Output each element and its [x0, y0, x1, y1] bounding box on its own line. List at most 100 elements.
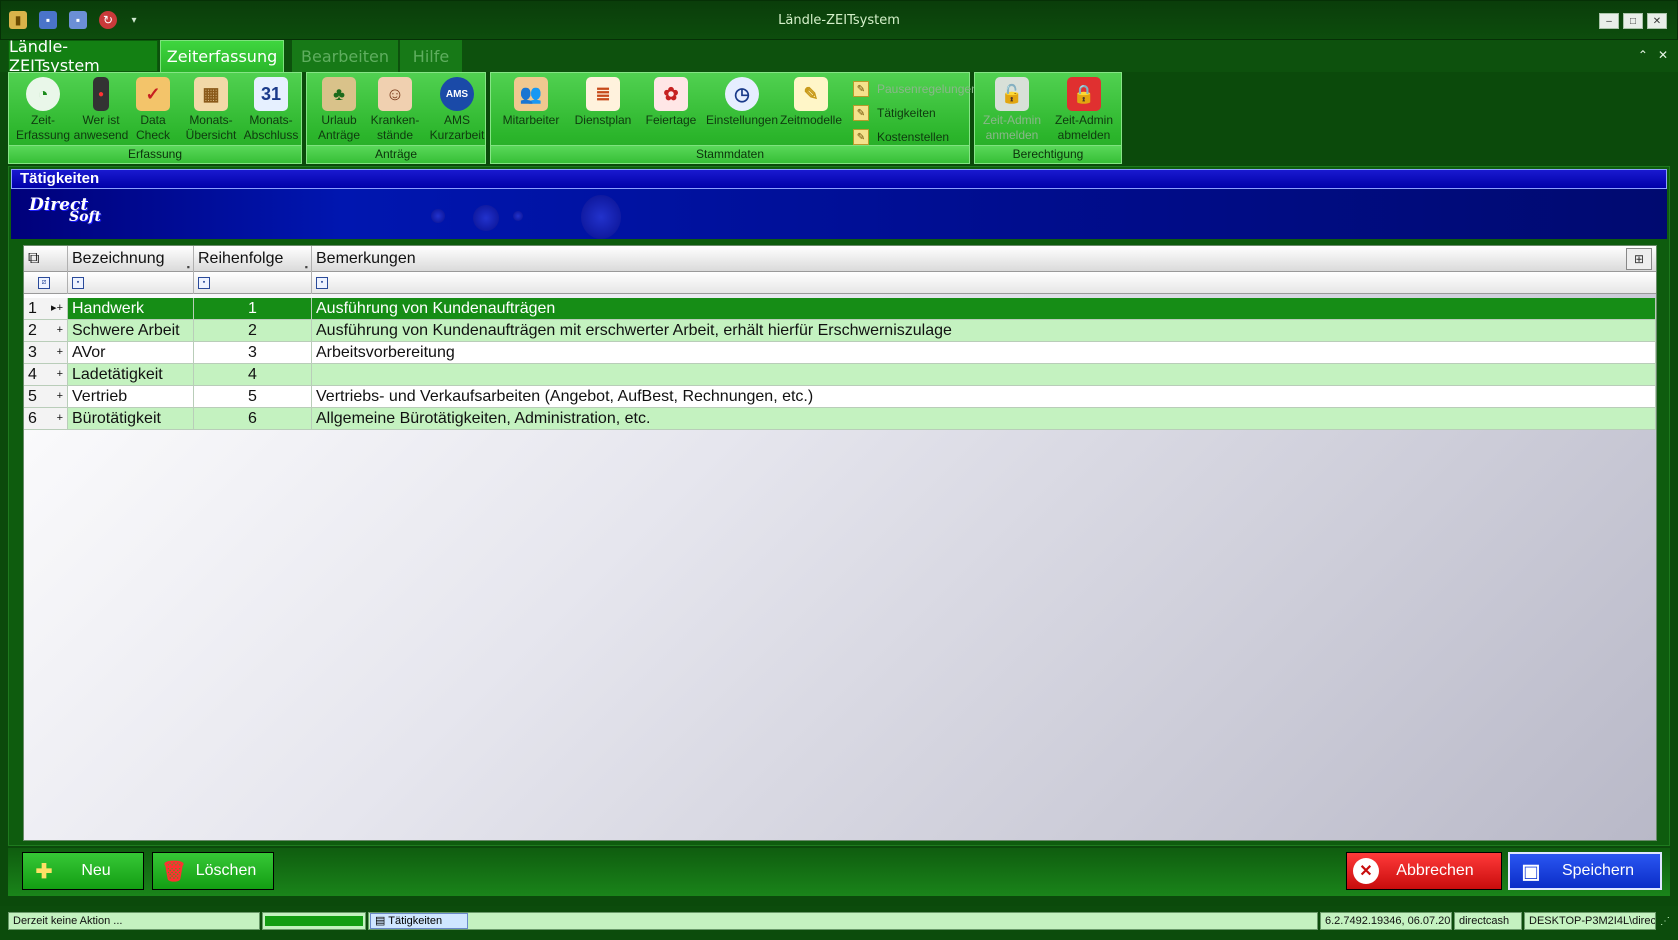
cancel-x-icon: ✕ [1353, 858, 1379, 884]
activities-grid: ⧉ Bezeichnung ▪ Reihenfolge ▪ Bemerkungen … [23, 245, 1657, 841]
urlaub-antraege-button[interactable]: ♣ Urlaub Anträge [307, 77, 371, 145]
title-bar: ▮ ▪ ▪ ↻ ▾ Ländle-ZEITsystem – □ ✕ [0, 0, 1678, 40]
status-machine: DESKTOP-P3M2I4L\direc [1524, 912, 1656, 930]
trash-icon: 🗑 [161, 860, 187, 883]
group-label-erfassung: Erfassung [9, 145, 301, 163]
filter-cell-bezeichnung[interactable]: ▪ [68, 272, 194, 294]
note-icon: ✎ [853, 105, 869, 121]
krankenstaende-button[interactable]: ☺ Kranken- stände [363, 77, 427, 145]
ribbon-group-stammdaten: 👥 Mitarbeiter ≣ Dienstplan ✿ Feiertage ◷… [490, 72, 978, 164]
pausenregelungen-button[interactable]: ✎ Pausenregelungen [853, 77, 978, 101]
holiday-calendar-icon: ✿ [654, 77, 688, 111]
maximize-button[interactable]: □ [1623, 13, 1643, 29]
page-title: Tätigkeiten [11, 169, 1667, 189]
zeit-erfassung-button[interactable]: ◔ Zeit- Erfassung [11, 77, 75, 145]
lock-red-icon: 🔒 [1067, 77, 1101, 111]
table-row[interactable]: 1 ▸+ Handwerk 1 Ausführung von Kundenauft… [24, 298, 1656, 320]
calendar-icon: 31 [254, 77, 288, 111]
column-chooser-icon[interactable]: ⧉ [24, 246, 68, 272]
expand-row-icon[interactable]: ▸+ [51, 298, 63, 319]
settings-clock-icon: ◷ [725, 77, 759, 111]
clock-icon: ◔ [26, 77, 60, 111]
small-items-list: ✎ Pausenregelungen ✎ Tätigkeiten ✎ Koste… [853, 77, 978, 149]
expand-row-icon[interactable]: + [57, 364, 63, 385]
ribbon-tab-row: Ländle-ZEITsystem Zeiterfassung Bearbeit… [0, 37, 1678, 75]
status-action: Derzeit keine Aktion ... [8, 912, 260, 930]
filter-cell-bemerkungen[interactable]: ▪ [312, 272, 1656, 294]
note-icon: ✎ [853, 81, 869, 97]
grid-header: ⧉ Bezeichnung ▪ Reihenfolge ▪ Bemerkungen … [24, 246, 1656, 272]
add-folder-icon: ✚ [35, 860, 53, 883]
expand-row-icon[interactable]: + [57, 408, 63, 429]
clipboard-check-icon: ✓ [136, 77, 170, 111]
status-doc-area [368, 912, 1318, 930]
taetigkeiten-button[interactable]: ✎ Tätigkeiten [853, 101, 978, 125]
data-check-button[interactable]: ✓ Data Check [121, 77, 185, 145]
column-header-reihenfolge[interactable]: Reihenfolge ▪ [194, 246, 312, 272]
ribbon-controls: ⌃ ✕ [1638, 48, 1668, 62]
save-button[interactable]: ▣ Speichern [1508, 852, 1662, 890]
tab-application-menu[interactable]: Ländle-ZEITsystem [8, 37, 158, 75]
column-header-bemerkungen[interactable]: Bemerkungen [312, 246, 1656, 272]
ribbon-close-icon[interactable]: ✕ [1658, 48, 1668, 62]
zeitmodelle-button[interactable]: ✎ Zeitmodelle [773, 77, 849, 145]
table-row[interactable]: 2 + Schwere Arbeit 2 Ausführung von Kunde… [24, 320, 1656, 342]
status-doc-tab[interactable]: ▤ Tätigkeiten [370, 913, 468, 929]
window-controls: – □ ✕ [1599, 13, 1667, 29]
page-header: Tätigkeiten Direct Soft [11, 169, 1667, 239]
ribbon-group-erfassung: ◔ Zeit- Erfassung ● Wer ist anwesend ✓ D… [8, 72, 302, 164]
decor-bubble [513, 211, 523, 221]
status-database: directcash [1454, 912, 1522, 930]
decor-bubble [431, 209, 445, 223]
clear-filter-icon[interactable]: ⧄ [24, 272, 68, 294]
table-row[interactable]: 6 + Bürotätigkeit 6 Allgemeine Bürotätigk… [24, 408, 1656, 430]
employees-icon: 👥 [514, 77, 548, 111]
cancel-button[interactable]: ✕ Abbrechen [1346, 852, 1502, 890]
filter-cell-reihenfolge[interactable]: ▪ [194, 272, 312, 294]
table-row[interactable]: 4 + Ladetätigkeit 4 [24, 364, 1656, 386]
ams-icon: AMS [440, 77, 474, 111]
zeit-admin-abmelden-button[interactable]: 🔒 Zeit-Admin abmelden [1049, 77, 1119, 145]
month-grid-icon: ▦ [194, 77, 228, 111]
ams-kurzarbeit-button[interactable]: AMS AMS Kurzarbeit [425, 77, 489, 145]
table-row[interactable]: 5 + Vertrieb 5 Vertriebs- und Verkaufsarb… [24, 386, 1656, 408]
tab-hilfe[interactable]: Hilfe [400, 40, 462, 72]
zeit-admin-anmelden-button[interactable]: 🔓 Zeit-Admin anmelden [977, 77, 1047, 145]
resize-grip-icon[interactable]: ⋰ [1660, 916, 1670, 927]
traffic-light-icon: ● [93, 77, 109, 111]
window-title: Ländle-ZEITsystem [778, 13, 900, 28]
pencil-note-icon: ✎ [794, 77, 828, 111]
doc-icon: ▤ [375, 915, 386, 927]
decor-bubble [581, 195, 621, 239]
expand-row-icon[interactable]: + [57, 320, 63, 341]
monats-uebersicht-button[interactable]: ▦ Monats- Übersicht [179, 77, 243, 145]
minimize-button[interactable]: – [1599, 13, 1619, 29]
ribbon: ◔ Zeit- Erfassung ● Wer ist anwesend ✓ D… [8, 72, 1678, 164]
close-button[interactable]: ✕ [1647, 13, 1667, 29]
decor-bubble [473, 205, 499, 231]
progress-fill [265, 916, 363, 926]
expand-row-icon[interactable]: + [57, 386, 63, 407]
floppy-disk-icon: ▣ [1521, 860, 1541, 883]
expand-row-icon[interactable]: + [57, 342, 63, 363]
directsoft-logo: Direct Soft [29, 195, 101, 225]
group-label-antraege: Anträge [307, 145, 485, 163]
mitarbeiter-button[interactable]: 👥 Mitarbeiter [495, 77, 567, 145]
group-label-stammdaten: Stammdaten [491, 145, 969, 163]
column-header-bezeichnung[interactable]: Bezeichnung ▪ [68, 246, 194, 272]
tab-bearbeiten[interactable]: Bearbeiten [292, 40, 398, 72]
tab-zeiterfassung[interactable]: Zeiterfassung [160, 40, 284, 72]
delete-button[interactable]: 🗑 Löschen [152, 852, 274, 890]
grid-options-icon[interactable]: ⊞ [1626, 248, 1652, 270]
collapse-ribbon-icon[interactable]: ⌃ [1638, 48, 1648, 62]
progress-bar [262, 912, 366, 930]
main-content: Tätigkeiten Direct Soft ⧉ Bezeichnung ▪ R… [8, 166, 1670, 846]
new-button[interactable]: ✚ Neu [22, 852, 144, 890]
note-icon: ✎ [853, 129, 869, 145]
lock-open-icon: 🔓 [995, 77, 1029, 111]
table-row[interactable]: 3 + AVor 3 Arbeitsvorbereitung [24, 342, 1656, 364]
filter-row: ⧄ ▪ ▪ ▪ [24, 272, 1656, 294]
schedule-icon: ≣ [586, 77, 620, 111]
monats-abschluss-button[interactable]: 31 Monats- Abschluss [239, 77, 303, 145]
status-version: 6.2.7492.19346, 06.07.20 [1320, 912, 1452, 930]
